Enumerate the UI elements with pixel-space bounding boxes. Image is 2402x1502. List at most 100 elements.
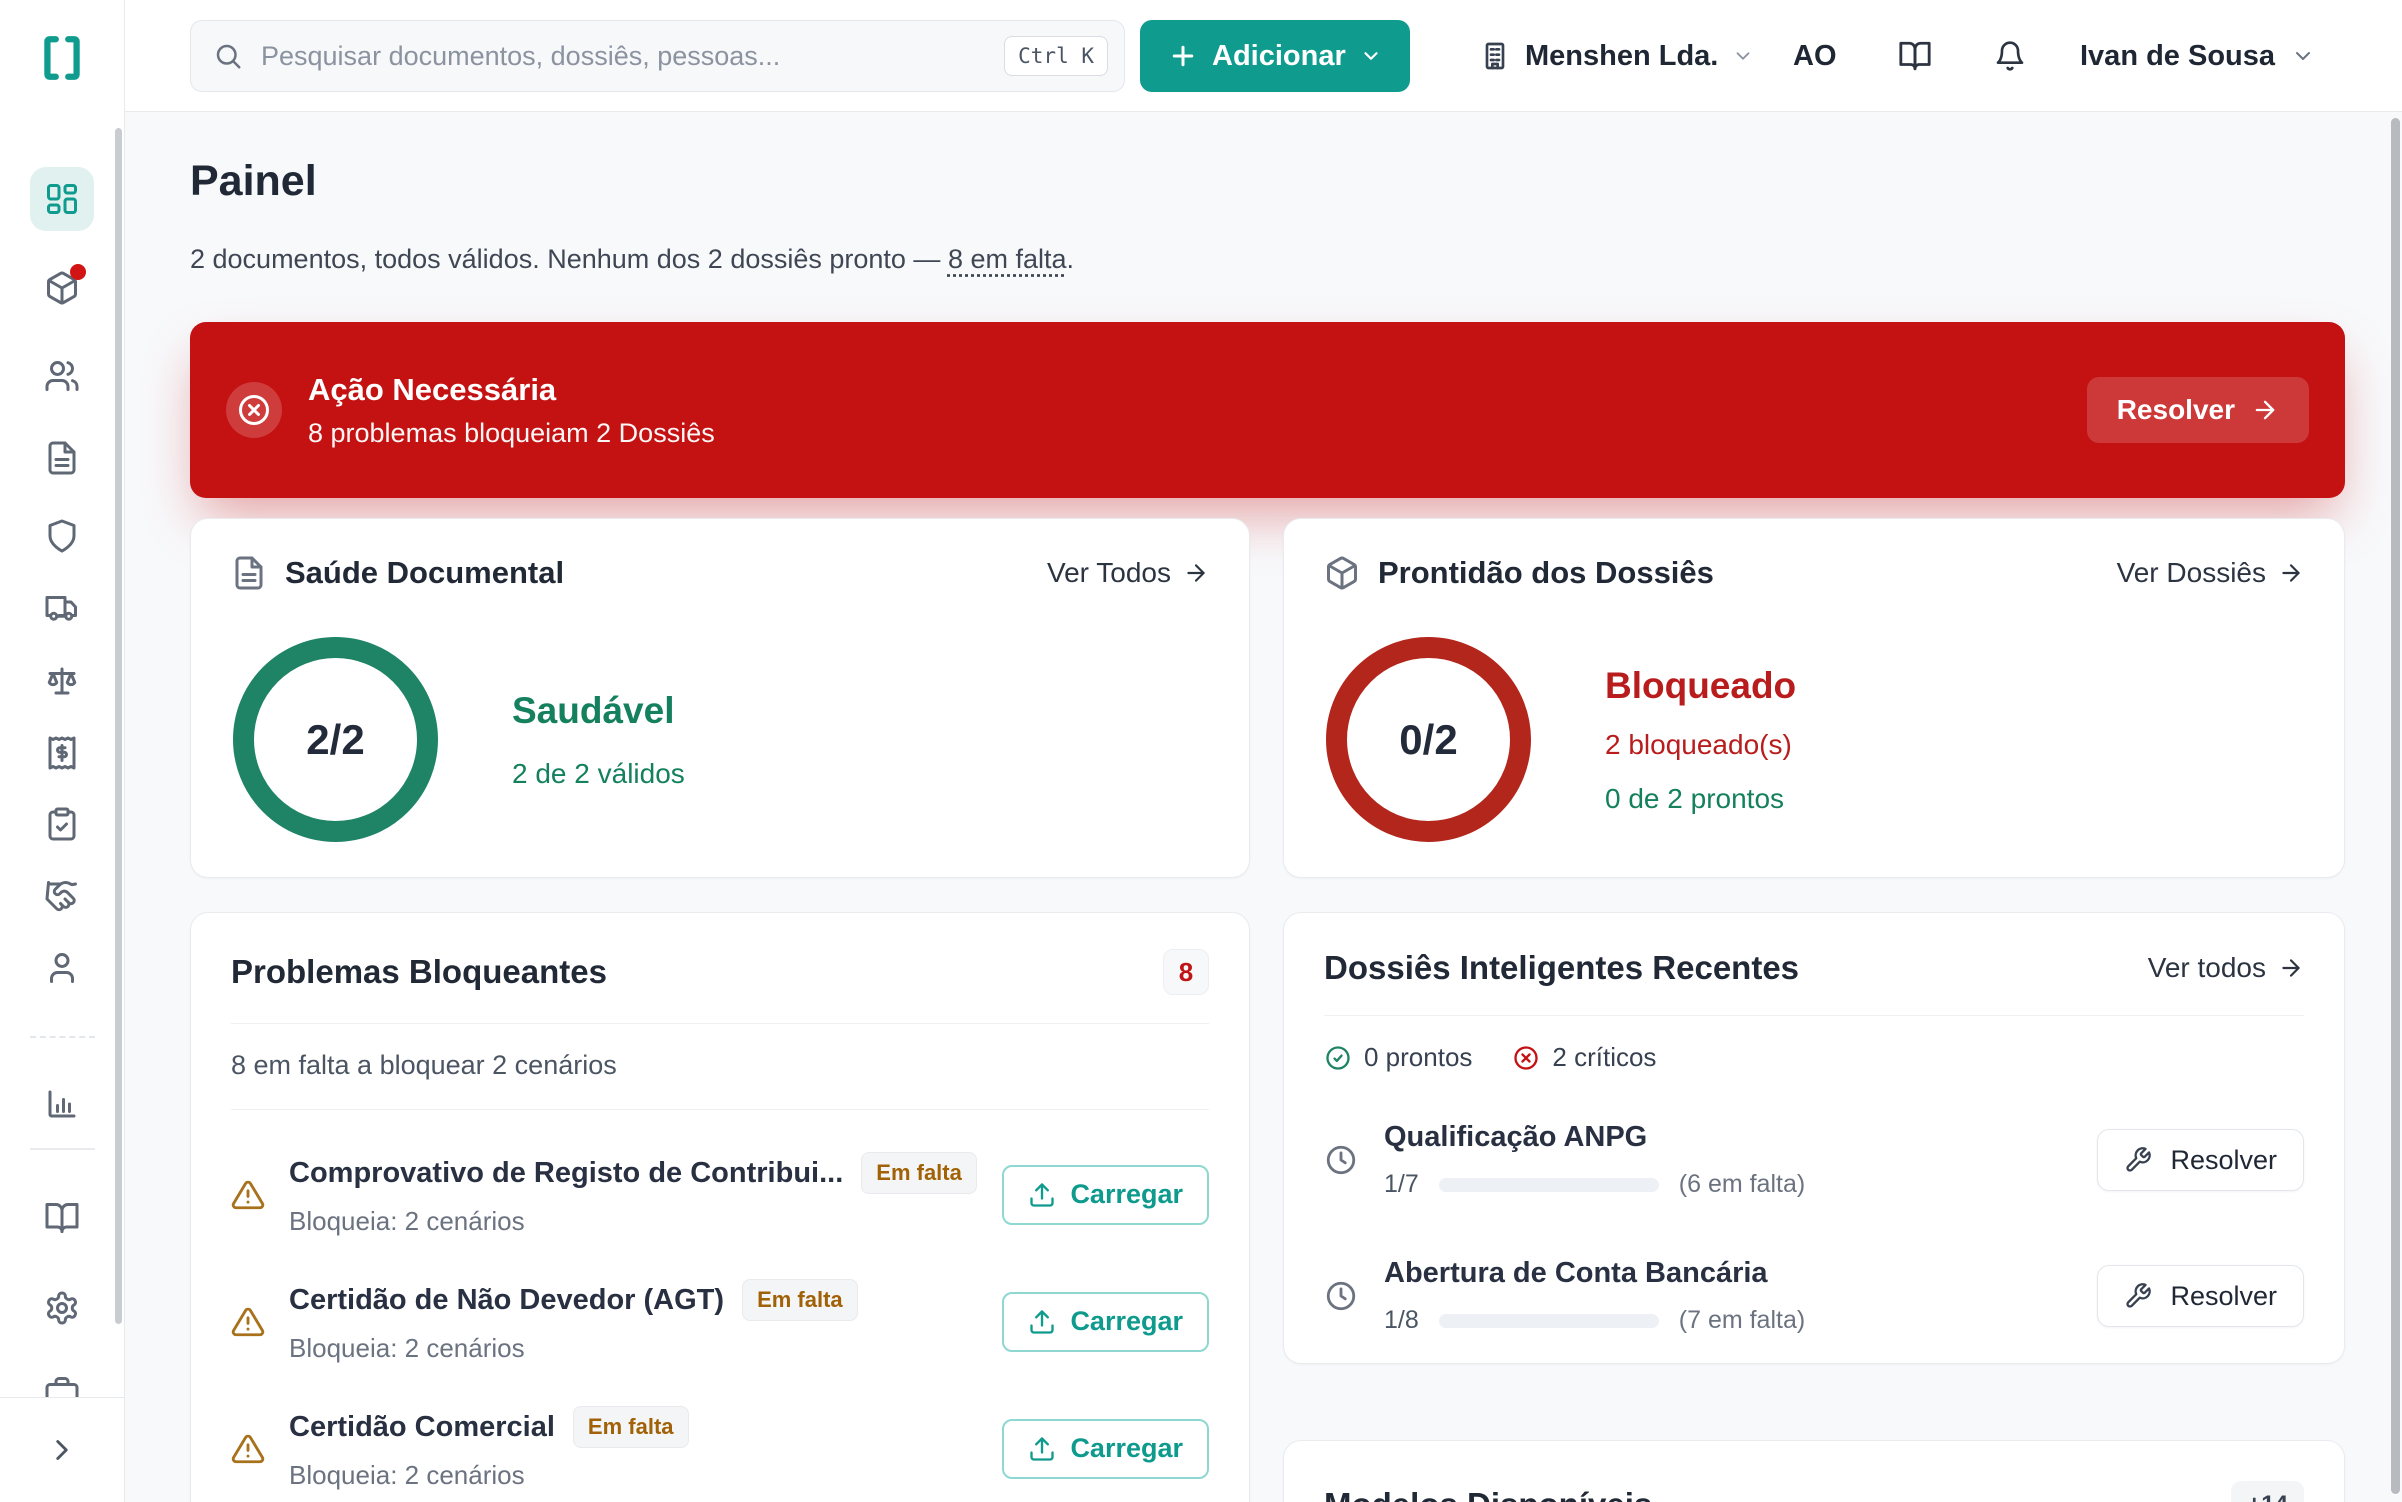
wrench-icon <box>2124 1146 2152 1174</box>
upload-button[interactable]: Carregar <box>1002 1419 1209 1479</box>
x-circle-icon <box>1512 1044 1540 1072</box>
resolve-banner-button[interactable]: Resolver <box>2087 377 2309 443</box>
locale-button[interactable]: AO <box>1793 20 1837 92</box>
sidebar-item-dashboard[interactable] <box>30 167 94 231</box>
dossier-name: Qualificação ANPG <box>1384 1121 1805 1154</box>
chevron-down-icon <box>1360 45 1382 67</box>
user-menu[interactable]: Ivan de Sousa <box>2070 20 2325 92</box>
document-health-detail: 2 de 2 válidos <box>512 758 685 790</box>
sidebar-item-legal[interactable] <box>30 649 94 713</box>
user-icon <box>44 950 80 986</box>
sidebar-item-invoices[interactable] <box>30 721 94 785</box>
sidebar-item-guide[interactable] <box>30 1186 94 1250</box>
missing-badge: Em falta <box>861 1152 977 1194</box>
missing-badge: Em falta <box>742 1279 858 1321</box>
sidebar-divider-solid <box>30 1148 95 1150</box>
users-icon <box>44 358 80 394</box>
dossier-status-row: 0 prontos 2 críticos <box>1284 1016 2344 1073</box>
sidebar-item-analytics[interactable] <box>30 1072 94 1136</box>
sidebar-item-dossiers[interactable] <box>30 256 94 320</box>
company-name: Menshen Lda. <box>1525 40 1718 73</box>
upload-button[interactable]: Carregar <box>1002 1292 1209 1352</box>
scales-icon <box>44 663 80 699</box>
package-icon <box>1324 555 1360 591</box>
view-all-documents-link[interactable]: Ver Todos <box>1047 557 1209 589</box>
progress-bar <box>1439 1178 1659 1192</box>
dossier-blocked-detail: 2 bloqueado(s) <box>1605 729 1796 761</box>
sidebar-item-people[interactable] <box>30 344 94 408</box>
x-circle-icon <box>226 382 282 438</box>
upload-icon <box>1028 1181 1056 1209</box>
dashboard-icon <box>44 181 80 217</box>
issue-name: Certidão de Não Devedor (AGT) <box>289 1284 724 1317</box>
warning-triangle-icon <box>231 1305 265 1339</box>
issue-name: Certidão Comercial <box>289 1411 555 1444</box>
notifications-button[interactable] <box>1980 20 2040 92</box>
issues-count-badge: 8 <box>1163 949 1209 995</box>
ready-chip: 0 prontos <box>1324 1042 1472 1073</box>
add-button[interactable]: Adicionar <box>1140 20 1410 92</box>
view-dossiers-link[interactable]: Ver Dossiês <box>2117 557 2304 589</box>
view-all-dossiers-link[interactable]: Ver todos <box>2148 952 2304 984</box>
sidebar-item-documents[interactable] <box>30 426 94 490</box>
sidebar-item-partners[interactable] <box>30 864 94 928</box>
sidebar-item-compliance[interactable] <box>30 504 94 568</box>
truck-icon <box>44 590 80 626</box>
dossier-row: Abertura de Conta Bancária 1/8 (7 em fal… <box>1284 1199 2344 1335</box>
upload-label: Carregar <box>1070 1179 1183 1210</box>
recent-dossiers-card: Dossiês Inteligentes Recentes Ver todos … <box>1283 912 2345 1364</box>
docs-button[interactable] <box>1885 20 1945 92</box>
dossier-progress-label: 1/7 <box>1384 1170 1419 1199</box>
sidebar-item-tasks[interactable] <box>30 792 94 856</box>
resolve-banner-label: Resolver <box>2117 394 2235 426</box>
arrow-right-icon <box>2278 955 2304 981</box>
page-title: Painel <box>190 157 317 206</box>
sidebar-item-profile[interactable] <box>30 936 94 1000</box>
dossier-readiness-card: Prontidão dos Dossiês Ver Dossiês 0/2 Bl… <box>1283 518 2345 878</box>
missing-count-link[interactable]: 8 em falta <box>948 244 1067 274</box>
resolve-button[interactable]: Resolver <box>2097 1265 2304 1327</box>
missing-badge: Em falta <box>573 1406 689 1448</box>
document-health-ring: 2/2 <box>233 637 438 842</box>
company-selector[interactable]: Menshen Lda. <box>1465 20 1768 92</box>
blocking-issues-card: Problemas Bloqueantes 8 8 em falta a blo… <box>190 912 1250 1502</box>
resolve-label: Resolver <box>2170 1281 2277 1312</box>
dossier-readiness-ring: 0/2 <box>1326 637 1531 842</box>
sidebar-divider-dashed <box>30 1036 95 1038</box>
locale-label: AO <box>1793 40 1837 73</box>
dossier-readiness-ratio: 0/2 <box>1399 716 1457 764</box>
sidebar-expand-button[interactable] <box>0 1397 124 1502</box>
resolve-button[interactable]: Resolver <box>2097 1129 2304 1191</box>
critical-chip: 2 críticos <box>1512 1042 1656 1073</box>
sidebar-scrollbar[interactable] <box>115 128 122 1324</box>
issue-row: Certidão de Não Devedor (AGT) Em falta B… <box>191 1237 1249 1364</box>
search-shortcut: Ctrl K <box>1004 36 1108 76</box>
progress-bar <box>1439 1314 1659 1328</box>
view-all-documents-label: Ver Todos <box>1047 557 1171 589</box>
document-health-ratio: 2/2 <box>306 716 364 764</box>
sidebar-item-settings[interactable] <box>30 1276 94 1340</box>
warning-triangle-icon <box>231 1432 265 1466</box>
handshake-icon <box>44 878 80 914</box>
notification-dot <box>70 264 86 280</box>
document-health-status: Saudável <box>512 690 685 732</box>
dossier-readiness-status: Bloqueado <box>1605 665 1796 707</box>
upload-button[interactable]: Carregar <box>1002 1165 1209 1225</box>
page-scrollbar[interactable] <box>2391 118 2400 1494</box>
page-subtitle-text: 2 documentos, todos válidos. Nenhum dos … <box>190 244 948 274</box>
chevron-down-icon <box>2291 44 2315 68</box>
issue-blocks: Bloqueia: 2 cenários <box>289 1206 977 1237</box>
upload-icon <box>1028 1435 1056 1463</box>
banner-subtitle: 8 problemas bloqueiam 2 Dossiês <box>308 418 715 449</box>
dossier-row: Qualificação ANPG 1/7 (6 em falta) Resol… <box>1284 1073 2344 1199</box>
banner-title: Ação Necessária <box>308 372 715 408</box>
sidebar-item-logistics[interactable] <box>30 576 94 640</box>
search-input[interactable]: Pesquisar documentos, dossiês, pessoas..… <box>190 20 1125 92</box>
view-dossiers-label: Ver Dossiês <box>2117 557 2266 589</box>
arrow-right-icon <box>2278 560 2304 586</box>
wrench-icon <box>2124 1282 2152 1310</box>
user-name: Ivan de Sousa <box>2080 40 2275 73</box>
card-title: Prontidão dos Dossiês <box>1378 555 1714 591</box>
check-circle-icon <box>1324 1044 1352 1072</box>
app-logo-icon[interactable] <box>37 33 87 83</box>
